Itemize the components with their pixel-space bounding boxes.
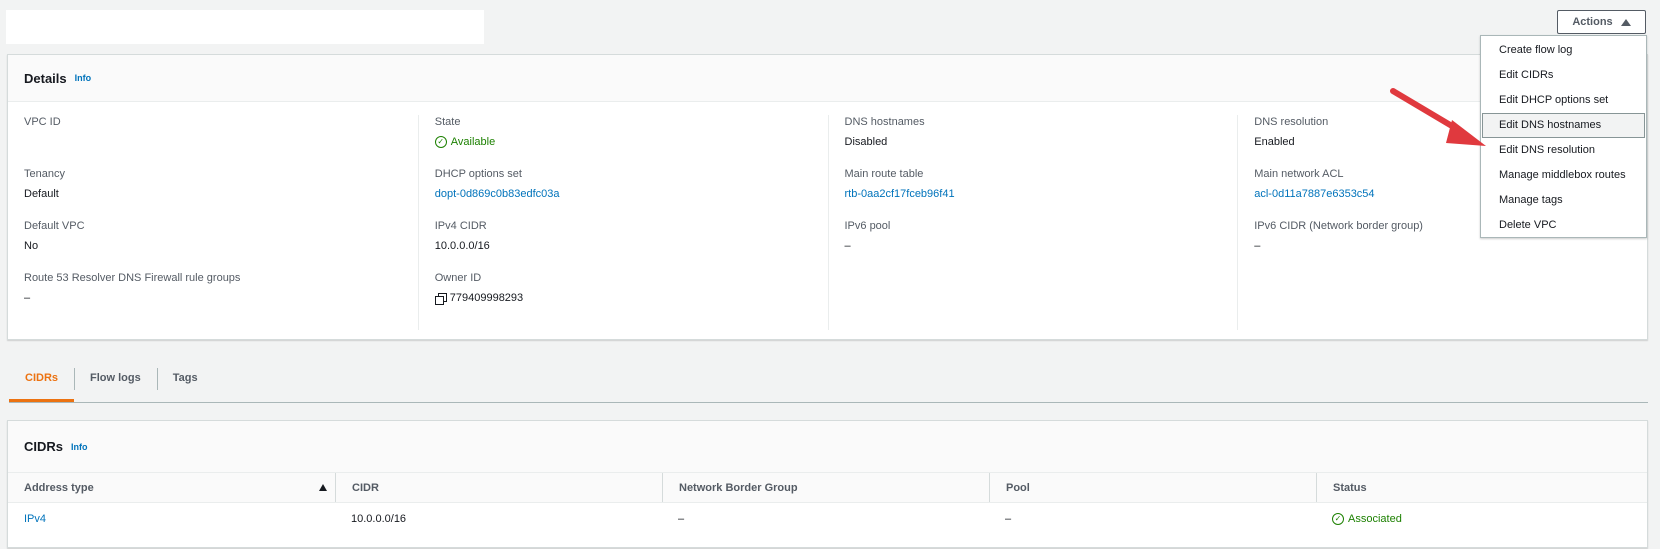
tab-bar: CIDRs Flow logs Tags <box>9 363 1648 403</box>
dhcp-label: DHCP options set <box>434 168 522 180</box>
tenancy-label: Tenancy <box>24 168 65 180</box>
column-header-address-type[interactable]: Address type <box>8 473 335 502</box>
owner-id-value: 779409998293 <box>434 291 828 305</box>
address-type-header-label: Address type <box>24 482 94 494</box>
details-column-1: VPC ID Tenancy Default Default VPC No Ro… <box>8 115 418 330</box>
cell-network-border-group: – <box>678 513 685 525</box>
column-header-pool[interactable]: Pool <box>989 473 1316 502</box>
tab-tags[interactable]: Tags <box>156 363 214 402</box>
cidrs-panel: CIDRs Info Address type CIDR Network Bor… <box>7 420 1648 548</box>
ipv6-cidr-value: – <box>1254 240 1261 252</box>
field-owner-id: Owner ID 779409998293 <box>434 271 828 323</box>
actions-button[interactable]: Actions <box>1557 10 1646 34</box>
details-title: Details <box>24 70 67 86</box>
status-text: Associated <box>1348 513 1402 525</box>
owner-id-text: 779409998293 <box>449 292 524 304</box>
field-ipv4-cidr: IPv4 CIDR 10.0.0.0/16 <box>435 219 828 271</box>
details-column-2: State ✓ Available DHCP options set dopt-… <box>417 115 828 330</box>
check-circle-icon: ✓ <box>1332 513 1344 525</box>
table-header: Address type CIDR Network Border Group P… <box>8 473 1647 503</box>
check-circle-icon: ✓ <box>434 136 447 148</box>
column-header-cidr[interactable]: CIDR <box>335 473 662 502</box>
sort-ascending-icon[interactable] <box>319 484 327 491</box>
main-route-table-link[interactable]: rtb-0aa2cf17fceb96f41 <box>845 187 1238 201</box>
menu-item-delete-vpc[interactable]: Delete VPC <box>1482 213 1645 238</box>
tab-cidrs[interactable]: CIDRs <box>9 363 75 402</box>
field-state: State ✓ Available <box>434 115 828 167</box>
cell-pool: – <box>1005 513 1012 525</box>
cell-status: ✓ Associated <box>1316 503 1647 535</box>
caret-up-icon <box>1620 18 1631 26</box>
cidrs-info-link[interactable]: Info <box>71 442 88 452</box>
cidrs-title: CIDRs <box>24 439 64 454</box>
details-info-link[interactable]: Info <box>75 73 92 83</box>
column-header-network-border-group[interactable]: Network Border Group <box>662 473 989 502</box>
cell-cidr: 10.0.0.0/16 <box>351 513 407 525</box>
menu-item-manage-middlebox[interactable]: Manage middlebox routes <box>1482 163 1645 188</box>
menu-item-manage-tags[interactable]: Manage tags <box>1482 188 1645 213</box>
vpc-name-header <box>6 10 484 44</box>
ipv6-pool-label: IPv6 pool <box>844 220 891 232</box>
state-value: ✓ Available <box>434 135 828 149</box>
table-row[interactable]: IPv4 10.0.0.0/16 – – ✓ Associated <box>8 503 1647 535</box>
menu-item-edit-dhcp[interactable]: Edit DHCP options set <box>1482 88 1645 113</box>
field-default-vpc: Default VPC No <box>24 219 418 271</box>
field-dhcp: DHCP options set dopt-0d869c0b83edfc03a <box>435 167 828 219</box>
field-main-route-table: Main route table rtb-0aa2cf17fceb96f41 <box>845 167 1238 219</box>
menu-item-edit-dns-hostnames[interactable]: Edit DNS hostnames <box>1482 113 1645 138</box>
field-vpc-id: VPC ID <box>24 115 418 167</box>
owner-id-label: Owner ID <box>434 272 482 284</box>
copy-icon[interactable] <box>434 292 447 305</box>
default-vpc-value: No <box>24 240 39 252</box>
route53-value: – <box>24 292 31 304</box>
field-dns-hostnames: DNS hostnames Disabled <box>845 115 1238 167</box>
dhcp-link[interactable]: dopt-0d869c0b83edfc03a <box>435 187 828 201</box>
state-label: State <box>434 116 461 128</box>
actions-label: Actions <box>1572 16 1613 28</box>
tab-flow-logs[interactable]: Flow logs <box>74 363 157 402</box>
field-ipv6-pool: IPv6 pool – <box>845 219 1238 271</box>
field-route53: Route 53 Resolver DNS Firewall rule grou… <box>24 271 418 323</box>
menu-item-create-flow-log[interactable]: Create flow log <box>1482 38 1645 63</box>
menu-item-edit-dns-resolution[interactable]: Edit DNS resolution <box>1482 138 1645 163</box>
ipv6-pool-value: – <box>844 240 851 252</box>
annotation-arrow-icon <box>1390 88 1486 146</box>
tenancy-value: Default <box>24 188 59 200</box>
route53-label: Route 53 Resolver DNS Firewall rule grou… <box>24 272 241 284</box>
ipv4-cidr-label: IPv4 CIDR <box>434 220 487 232</box>
default-vpc-label: Default VPC <box>24 220 85 232</box>
state-text: Available <box>450 136 496 148</box>
ipv4-cidr-value: 10.0.0.0/16 <box>434 240 490 252</box>
vpc-id-label: VPC ID <box>24 116 61 128</box>
column-header-status[interactable]: Status <box>1316 473 1647 502</box>
cidrs-header: CIDRs Info <box>8 421 1647 473</box>
dns-hostnames-value: Disabled <box>844 136 888 148</box>
dns-hostnames-label: DNS hostnames <box>844 116 925 128</box>
field-tenancy: Tenancy Default <box>24 167 418 219</box>
actions-menu: Create flow log Edit CIDRs Edit DHCP opt… <box>1480 35 1647 238</box>
main-route-table-label: Main route table <box>844 168 924 180</box>
details-column-3: DNS hostnames Disabled Main route table … <box>827 115 1238 330</box>
menu-item-edit-cidrs[interactable]: Edit CIDRs <box>1482 63 1645 88</box>
cell-address-type: IPv4 <box>24 513 47 525</box>
